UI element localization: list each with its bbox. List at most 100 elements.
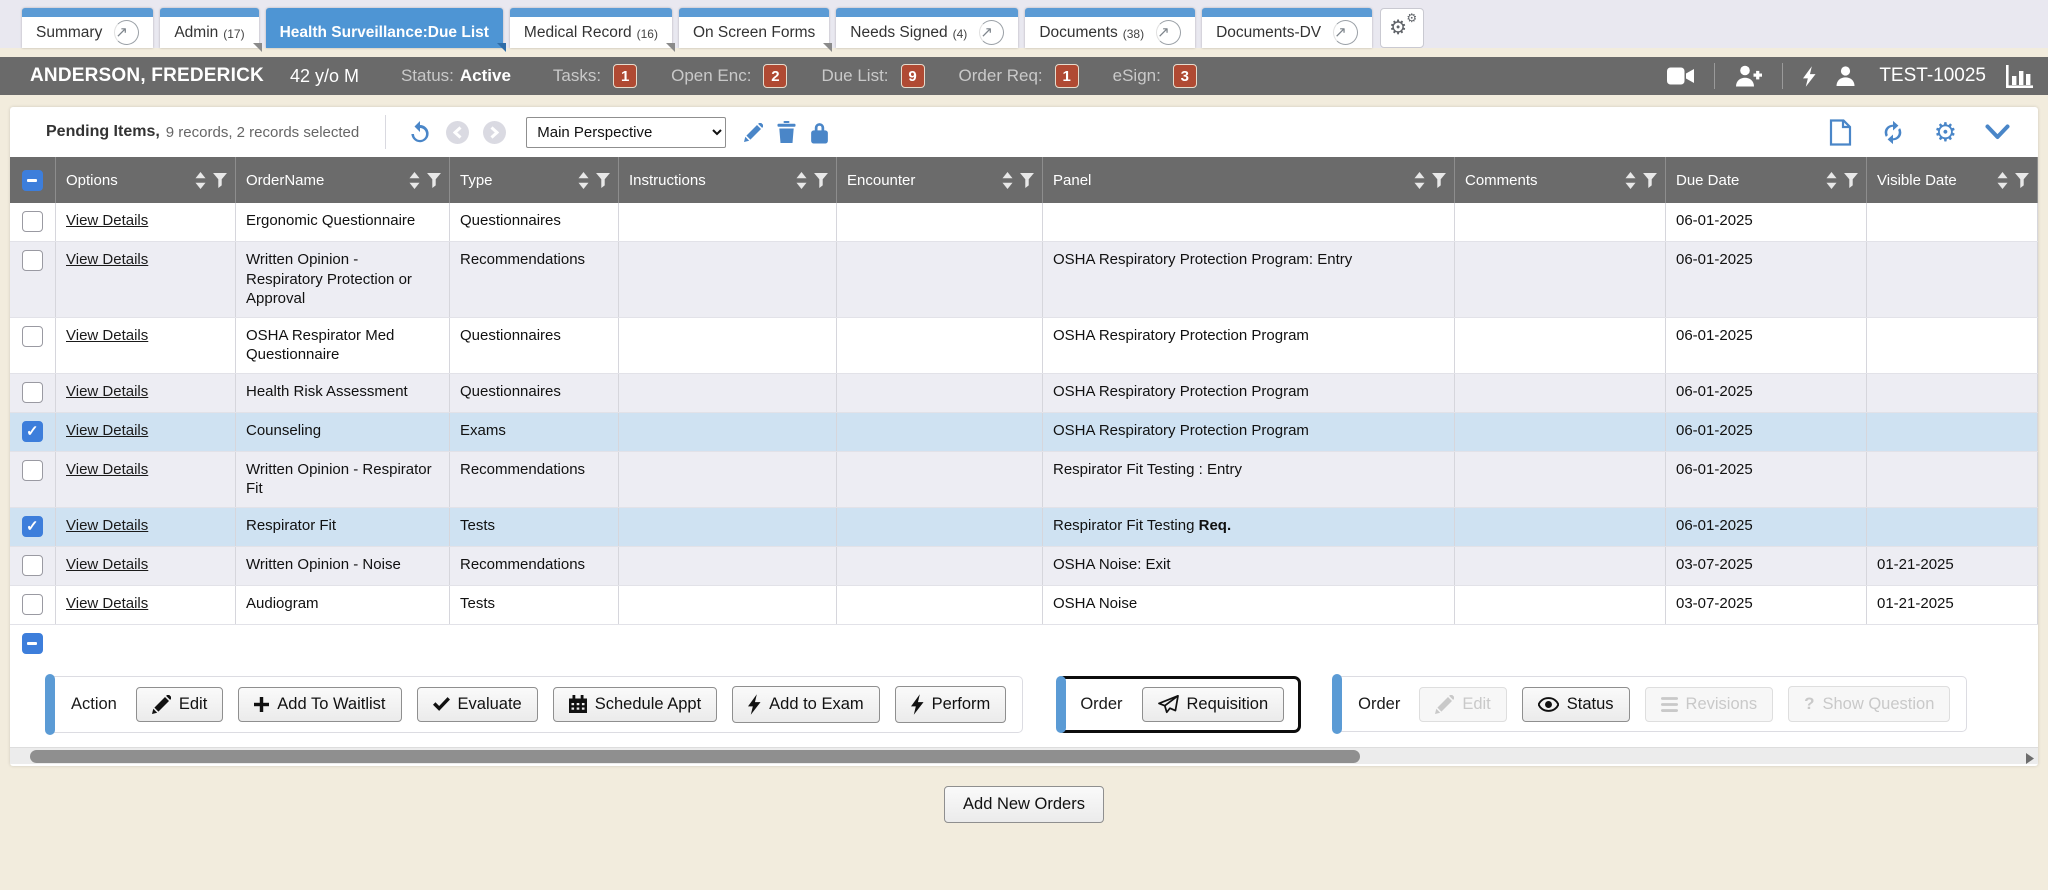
view-details-link[interactable]: View Details — [66, 595, 148, 612]
sort-icon[interactable] — [1625, 172, 1636, 189]
order-name-cell: Counseling — [236, 413, 450, 451]
funnel-icon[interactable] — [427, 173, 441, 188]
view-details-link[interactable]: View Details — [66, 422, 148, 439]
row-checkbox[interactable] — [22, 382, 43, 403]
funnel-icon[interactable] — [1020, 173, 1034, 188]
column-header-comments[interactable]: Comments — [1455, 157, 1666, 203]
pencil-icon[interactable] — [744, 123, 763, 142]
evaluate-button[interactable]: Evaluate — [417, 687, 538, 722]
sort-icon[interactable] — [1414, 172, 1425, 189]
tab-on-screen-forms[interactable]: On Screen Forms — [679, 8, 829, 48]
row-select-cell — [10, 586, 56, 624]
counter-badge[interactable]: 3 — [1173, 64, 1197, 88]
row-checkbox[interactable] — [22, 250, 43, 271]
select-all-checkbox[interactable] — [22, 170, 43, 191]
popout-icon[interactable]: ↗ — [114, 20, 139, 45]
new-document-icon[interactable] — [1829, 119, 1852, 146]
trash-icon[interactable] — [777, 121, 796, 143]
view-details-link[interactable]: View Details — [66, 327, 148, 344]
gear-icon[interactable]: ⚙ — [1934, 119, 1957, 145]
view-details-link[interactable]: View Details — [66, 212, 148, 229]
funnel-icon[interactable] — [213, 173, 227, 188]
tab-documents-dv[interactable]: Documents-DV↗ — [1202, 8, 1372, 48]
counter-badge[interactable]: 2 — [763, 64, 787, 88]
column-header-type[interactable]: Type — [450, 157, 619, 203]
counter-badge[interactable]: 1 — [613, 64, 637, 88]
row-checkbox[interactable] — [22, 326, 43, 347]
sort-icon[interactable] — [578, 172, 589, 189]
row-checkbox[interactable] — [22, 516, 43, 537]
popout-icon[interactable]: ↗ — [1333, 20, 1358, 45]
view-details-link[interactable]: View Details — [66, 251, 148, 268]
bar-chart-icon[interactable] — [2006, 65, 2034, 88]
grid-title: Pending Items, — [46, 123, 160, 141]
person-add-icon[interactable] — [1735, 65, 1762, 87]
row-checkbox[interactable] — [22, 421, 43, 442]
funnel-icon[interactable] — [1432, 173, 1446, 188]
add-to-exam-button[interactable]: Add to Exam — [732, 686, 879, 723]
video-camera-icon[interactable] — [1667, 66, 1694, 86]
view-details-link[interactable]: View Details — [66, 383, 148, 400]
panel-cell-text: OSHA Respiratory Protection Program — [1053, 422, 1309, 439]
add-new-orders-button[interactable]: Add New Orders — [944, 786, 1104, 823]
tab-summary[interactable]: Summary↗ — [22, 8, 153, 48]
sort-icon[interactable] — [1997, 172, 2008, 189]
row-checkbox[interactable] — [22, 555, 43, 576]
view-details-link[interactable]: View Details — [66, 461, 148, 478]
requisition-button[interactable]: Requisition — [1142, 687, 1285, 722]
popout-icon[interactable]: ↗ — [1156, 20, 1181, 45]
column-header-panel[interactable]: Panel — [1043, 157, 1455, 203]
tab-admin[interactable]: Admin(17) — [160, 8, 258, 48]
sort-icon[interactable] — [409, 172, 420, 189]
footer: Add New Orders — [0, 766, 2048, 823]
sort-icon[interactable] — [1826, 172, 1837, 189]
due-date-cell: 06-01-2025 — [1666, 242, 1867, 317]
row-checkbox[interactable] — [22, 594, 43, 615]
column-header-visible-date[interactable]: Visible Date — [1867, 157, 2038, 203]
undo-icon[interactable] — [408, 120, 432, 144]
perspective-select[interactable]: Main Perspective — [526, 117, 726, 148]
tab-health-surveillance-due-list[interactable]: Health Surveillance:Due List — [266, 8, 503, 48]
funnel-icon[interactable] — [814, 173, 828, 188]
column-header-encounter[interactable]: Encounter — [837, 157, 1043, 203]
funnel-icon[interactable] — [1844, 173, 1858, 188]
schedule-appt-button[interactable]: Schedule Appt — [553, 687, 717, 722]
horizontal-scrollbar[interactable] — [10, 747, 2038, 764]
counter-badge[interactable]: 1 — [1055, 64, 1079, 88]
scrollbar-thumb[interactable] — [30, 750, 1360, 763]
column-header-ordername[interactable]: OrderName — [236, 157, 450, 203]
edit-button[interactable]: Edit — [136, 687, 223, 722]
counter-label: Open Enc: — [671, 66, 751, 86]
sort-icon[interactable] — [796, 172, 807, 189]
sort-icon[interactable] — [195, 172, 206, 189]
perform-button[interactable]: Perform — [895, 686, 1007, 723]
person-icon[interactable] — [1836, 66, 1855, 86]
row-checkbox[interactable] — [22, 460, 43, 481]
tab-settings-button[interactable]: ⚙ ⚙ — [1380, 8, 1424, 48]
add-to-waitlist-button[interactable]: Add To Waitlist — [238, 687, 401, 722]
column-header-due-date[interactable]: Due Date — [1666, 157, 1867, 203]
select-all-checkbox-bottom[interactable] — [22, 633, 43, 654]
lightning-icon[interactable] — [1803, 66, 1816, 87]
popout-icon[interactable]: ↗ — [979, 20, 1004, 45]
column-header-instructions[interactable]: Instructions — [619, 157, 837, 203]
status-button[interactable]: Status — [1522, 687, 1630, 722]
view-details-link[interactable]: View Details — [66, 556, 148, 573]
tab-needs-signed[interactable]: Needs Signed(4)↗ — [836, 8, 1018, 48]
counter-badge[interactable]: 9 — [901, 64, 925, 88]
row-select-cell — [10, 508, 56, 546]
funnel-icon[interactable] — [2015, 173, 2029, 188]
chevron-down-icon[interactable] — [1985, 124, 2010, 140]
tab-documents[interactable]: Documents(38)↗ — [1025, 8, 1195, 48]
refresh-icon[interactable] — [1880, 120, 1906, 145]
funnel-icon[interactable] — [1643, 173, 1657, 188]
column-header-options[interactable]: Options — [56, 157, 236, 203]
order-name-cell-text: OSHA Respirator Med Questionnaire — [246, 327, 394, 364]
lock-icon[interactable] — [810, 121, 829, 144]
sort-icon[interactable] — [1002, 172, 1013, 189]
scroll-right-arrow-icon[interactable] — [2026, 751, 2034, 766]
row-checkbox[interactable] — [22, 211, 43, 232]
funnel-icon[interactable] — [596, 173, 610, 188]
tab-medical-record[interactable]: Medical Record(16) — [510, 8, 672, 48]
view-details-link[interactable]: View Details — [66, 517, 148, 534]
